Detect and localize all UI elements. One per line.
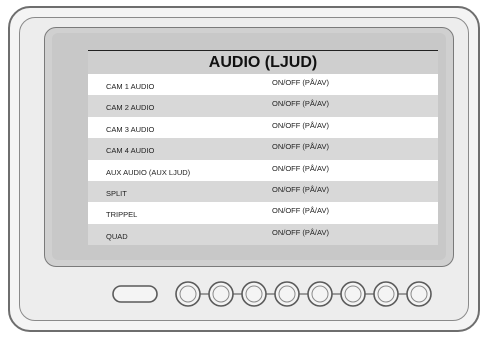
- round-button-6[interactable]: [340, 281, 366, 307]
- round-button-2[interactable]: [208, 281, 234, 307]
- round-button-4[interactable]: [274, 281, 300, 307]
- power-button[interactable]: [112, 285, 158, 303]
- round-button-5[interactable]: [307, 281, 333, 307]
- round-button-8[interactable]: [406, 281, 432, 307]
- hardware-button-row: [112, 281, 432, 307]
- round-button-1[interactable]: [175, 281, 201, 307]
- round-button-7[interactable]: [373, 281, 399, 307]
- round-button-3[interactable]: [241, 281, 267, 307]
